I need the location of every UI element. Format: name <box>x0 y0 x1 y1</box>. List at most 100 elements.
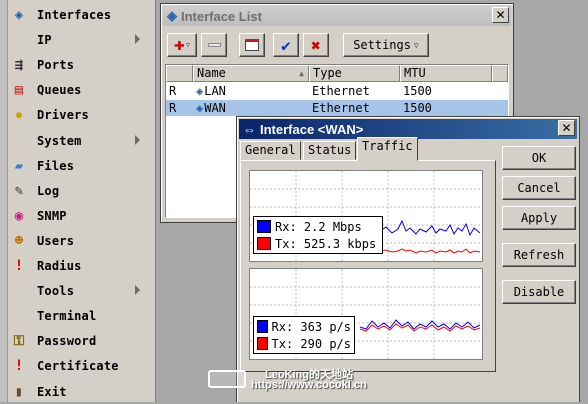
tx-packets-legend-row: Tx: 290 p/s <box>257 335 351 352</box>
refresh-button[interactable]: Refresh <box>502 243 576 267</box>
menu-item-label: Terminal <box>37 309 97 324</box>
users-icon: ☻ <box>14 232 24 249</box>
menu-item-ip[interactable]: IP <box>10 28 154 52</box>
rx-line <box>379 219 481 237</box>
add-button[interactable]: ✚ ▽ <box>167 33 197 57</box>
cross-icon: ✖ <box>311 35 321 55</box>
ports-icon: ⇶ <box>14 57 24 74</box>
column-header-flags[interactable] <box>166 65 193 82</box>
tab-status[interactable]: Status <box>303 141 357 160</box>
bandwidth-legend: Rx: 2.2 Mbps Tx: 525.3 kbps <box>253 216 383 254</box>
menu-item-system[interactable]: System <box>10 129 154 153</box>
minus-icon <box>207 43 221 47</box>
menu-item-label: Drivers <box>37 108 89 123</box>
watermark: LeoKing的天地站 https://www.cocokl.cn <box>205 362 440 396</box>
tx-line <box>379 248 481 254</box>
menu-item-files[interactable]: ▰ Files <box>10 154 154 178</box>
menu-item-interfaces[interactable]: ◈ Interfaces <box>10 3 154 27</box>
row-flag: R <box>169 84 177 98</box>
tab-traffic[interactable]: Traffic <box>357 137 418 161</box>
interface-wan-titlebar[interactable]: ⇔ Interface <WAN> <box>239 119 577 139</box>
row-name: ◈WAN <box>196 101 226 115</box>
ok-button[interactable]: OK <box>502 146 576 170</box>
interface-list-close-button[interactable]: ✕ <box>492 7 509 23</box>
rx-swatch <box>257 220 271 233</box>
menu-item-label: Radius <box>37 259 82 273</box>
log-icon: ✎ <box>14 182 24 199</box>
menu-item-tools[interactable]: Tools <box>10 279 154 303</box>
menu-item-label: System <box>37 133 82 148</box>
queues-icon: ▤ <box>14 82 24 99</box>
menu-item-label: Exit <box>37 384 67 399</box>
row-mtu: 1500 <box>403 101 432 115</box>
interface-icon: ⇔ <box>243 121 256 137</box>
tx-swatch <box>257 337 268 350</box>
row-type: Ethernet <box>312 101 370 115</box>
check-icon: ✔ <box>281 35 291 55</box>
menu-item-label: Ports <box>37 58 75 73</box>
interface-icon: ◈ <box>196 101 204 115</box>
menu-item-ports[interactable]: ⇶ Ports <box>10 53 154 77</box>
remove-button[interactable] <box>201 33 227 57</box>
tx-swatch <box>257 237 271 250</box>
certificate-icon: ! <box>14 358 24 375</box>
menu-item-label: IP <box>37 33 52 48</box>
row-type: Ethernet <box>312 84 370 98</box>
table-row[interactable]: R ◈WAN Ethernet 1500 <box>166 100 508 116</box>
column-header-extra <box>492 65 508 82</box>
menu-item-label: Interfaces <box>37 8 112 22</box>
interfaces-icon: ◈ <box>14 7 24 23</box>
menu-item-password[interactable]: ⚿ Password <box>10 329 154 353</box>
menu-item-drivers[interactable]: ✹ Drivers <box>10 103 154 127</box>
rx-packets-legend-row: Rx: 363 p/s <box>257 318 351 335</box>
interface-icon: ◈ <box>167 8 177 23</box>
row-flag: R <box>169 101 177 115</box>
column-header-type[interactable]: Type <box>309 65 400 82</box>
files-icon: ▰ <box>14 157 24 174</box>
menu-item-users[interactable]: ☻ Users <box>10 229 154 253</box>
menu-item-radius[interactable]: ! Radius <box>10 254 154 278</box>
menu-item-exit[interactable]: ▮ Exit <box>10 380 154 404</box>
comment-button[interactable] <box>239 33 265 57</box>
disable-interface-button[interactable]: Disable <box>502 280 576 304</box>
settings-button[interactable]: Settings ▽ <box>343 33 429 57</box>
table-row[interactable]: R ◈LAN Ethernet 1500 <box>166 83 508 99</box>
plus-icon: ✚ <box>173 34 185 55</box>
enable-button[interactable]: ✔ <box>273 33 299 57</box>
menu-item-log[interactable]: ✎ Log <box>10 179 154 203</box>
apply-button[interactable]: Apply <box>502 206 576 230</box>
interface-wan-title: Interface <WAN> <box>260 121 364 137</box>
rx-legend-row: Rx: 2.2 Mbps <box>257 218 379 235</box>
menu-item-label: Queues <box>37 83 82 98</box>
row-name: ◈LAN <box>196 84 226 98</box>
cancel-button[interactable]: Cancel <box>502 176 576 200</box>
menu-item-label: Files <box>37 158 75 173</box>
interface-icon: ◈ <box>196 84 204 98</box>
submenu-arrow-icon <box>135 134 140 145</box>
menu-item-queues[interactable]: ▤ Queues <box>10 78 154 102</box>
menu-item-label: Tools <box>37 284 75 299</box>
menu-strip <box>0 0 8 402</box>
note-icon <box>245 39 259 51</box>
menu-item-label: Certificate <box>37 359 119 374</box>
watermark-line2: https://www.cocokl.cn <box>251 379 367 391</box>
exit-icon: ▮ <box>14 383 24 400</box>
dropdown-arrow-icon: ▽ <box>413 40 419 50</box>
tab-general[interactable]: General <box>240 141 301 160</box>
drivers-icon: ✹ <box>14 107 24 124</box>
rx-swatch <box>257 320 268 333</box>
column-header-mtu[interactable]: MTU <box>400 65 492 82</box>
main-menu: ◈ Interfaces IP ⇶ Ports ▤ Queues ✹ Drivers System… <box>0 0 156 402</box>
interface-list-title: Interface List <box>181 8 262 24</box>
watermark-logo <box>208 370 246 388</box>
interface-list-titlebar[interactable]: ◈ Interface List <box>163 6 511 26</box>
sort-arrow-icon: ▲ <box>299 69 304 78</box>
disable-button[interactable]: ✖ <box>303 33 329 57</box>
row-mtu: 1500 <box>403 84 432 98</box>
rx-packets-line <box>359 319 481 330</box>
menu-item-certificate[interactable]: ! Certificate <box>10 354 154 378</box>
interface-wan-close-button[interactable]: ✕ <box>558 120 575 136</box>
menu-item-terminal[interactable]: Terminal <box>10 304 154 328</box>
column-header-name[interactable]: Name ▲ <box>193 65 309 82</box>
menu-item-snmp[interactable]: ◉ SNMP <box>10 204 154 228</box>
